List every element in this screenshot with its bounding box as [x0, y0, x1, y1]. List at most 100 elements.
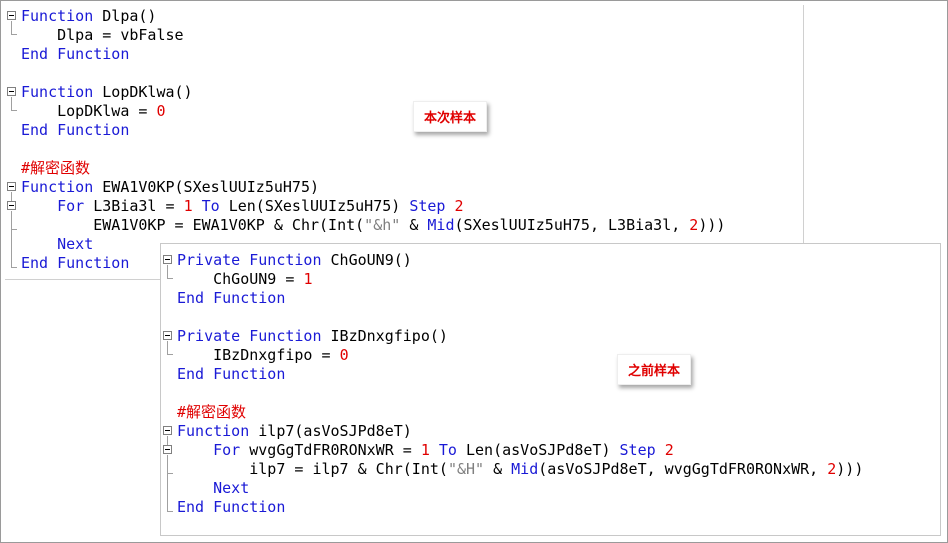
fold-guide-line: [167, 265, 168, 278]
fold-guide-line: [11, 211, 12, 267]
previous-sample-label: 之前样本: [617, 354, 692, 385]
code-token: LopDKlwa =: [21, 102, 157, 120]
code-token: Dlpa(): [93, 7, 157, 25]
code-panel-previous-sample: Private Function ChGoUN9() ChGoUN9 = 1 En…: [160, 243, 941, 536]
fold-toggle-icon[interactable]: [7, 201, 16, 210]
code-token: Private Function: [177, 327, 322, 345]
fold-end-marker: [11, 229, 17, 230]
code-line: Function ilp7(asVoSJPd8eT): [177, 422, 412, 441]
fold-toggle-icon[interactable]: [163, 331, 172, 340]
code-token: End Function: [177, 365, 286, 383]
code-line: End Function: [177, 289, 285, 308]
code-token: To: [201, 197, 220, 215]
code-token: 0: [156, 102, 166, 120]
code-token: (asVoSJPd8eT, wvgGgTdFR0RONxWR,: [538, 460, 828, 478]
fold-end-marker: [11, 34, 17, 35]
code-token: Len(SXeslUUIz5uH75): [219, 197, 410, 215]
code-token: To: [438, 441, 457, 459]
code-token: ilp7 = ilp7 & Chr(Int(: [177, 460, 448, 478]
fold-guide-line: [167, 455, 168, 511]
code-token: End Function: [21, 254, 130, 272]
code-token: wvgGgTdFR0RONxWR =: [240, 441, 421, 459]
screenshot-frame: Function Dlpa() Dlpa = vbFalse End Functi…: [0, 0, 948, 543]
code-token: Step: [619, 441, 656, 459]
code-token: For: [57, 197, 85, 215]
fold-toggle-icon[interactable]: [7, 87, 16, 96]
code-line: Private Function IBzDnxgfipo(): [177, 327, 448, 346]
fold-end-marker: [11, 110, 17, 111]
fold-end-marker: [167, 354, 173, 355]
code-line: Next: [21, 235, 93, 254]
code-panel-current-sample: Function Dlpa() Dlpa = vbFalse End Functi…: [5, 5, 804, 280]
fold-end-marker: [167, 511, 173, 512]
code-token: Len(asVoSJPd8eT): [456, 441, 620, 459]
code-token: 2: [454, 197, 464, 215]
code-token: Next: [57, 235, 94, 253]
code-line: End Function: [177, 498, 285, 517]
code-token: IBzDnxgfipo =: [177, 346, 340, 364]
fold-toggle-icon[interactable]: [163, 426, 172, 435]
fold-toggle-icon[interactable]: [163, 255, 172, 264]
code-token: EWA1V0KP(SXeslUUIz5uH75): [93, 178, 320, 196]
code-token: End Function: [177, 498, 286, 516]
fold-guide-line: [11, 97, 12, 110]
code-line: ChGoUN9 = 1: [177, 270, 312, 289]
code-token: 1: [420, 441, 430, 459]
fold-toggle-icon[interactable]: [163, 445, 172, 454]
code-token: End Function: [21, 121, 130, 139]
code-token: #解密函数: [177, 403, 247, 421]
code-line: Function EWA1V0KP(SXeslUUIz5uH75): [21, 178, 319, 197]
code-token: Function: [21, 178, 94, 196]
code-token: LopDKlwa(): [93, 83, 193, 101]
code-line: ilp7 = ilp7 & Chr(Int("&H" & Mid(asVoSJP…: [177, 460, 863, 479]
current-sample-label: 本次样本: [413, 101, 488, 132]
fold-toggle-icon[interactable]: [7, 182, 16, 191]
code-line: Next: [177, 479, 249, 498]
code-token: Step: [409, 197, 446, 215]
code-token: 2: [664, 441, 674, 459]
code-token: &: [484, 460, 512, 478]
code-line: End Function: [21, 45, 129, 64]
code-line: End Function: [21, 254, 129, 273]
code-token: IBzDnxgfipo(): [321, 327, 448, 345]
code-line: #解密函数: [21, 159, 90, 178]
code-token: Function: [21, 83, 94, 101]
code-token: 1: [183, 197, 193, 215]
code-token: 1: [303, 270, 313, 288]
code-line: Private Function ChGoUN9(): [177, 251, 412, 270]
code-token: "&h": [364, 216, 401, 234]
code-token: End Function: [21, 45, 130, 63]
fold-guide-line: [167, 341, 168, 354]
code-line: Function LopDKlwa(): [21, 83, 193, 102]
code-token: &: [400, 216, 428, 234]
code-token: ChGoUN9(): [321, 251, 412, 269]
code-line: For wvgGgTdFR0RONxWR = 1 To Len(asVoSJPd…: [177, 441, 674, 460]
fold-end-marker: [167, 473, 173, 474]
code-token: Dlpa = vbFalse: [21, 26, 184, 44]
code-token: EWA1V0KP = EWA1V0KP & Chr(Int(: [21, 216, 365, 234]
code-token: L3Bia3l =: [84, 197, 184, 215]
code-token: Function: [177, 422, 250, 440]
fold-end-marker: [11, 267, 17, 268]
code-line: #解密函数: [177, 403, 246, 422]
fold-toggle-icon[interactable]: [7, 11, 16, 20]
code-token: 2: [689, 216, 699, 234]
code-line: EWA1V0KP = EWA1V0KP & Chr(Int("&h" & Mid…: [21, 216, 725, 235]
code-line: LopDKlwa = 0: [21, 102, 166, 121]
code-line: For L3Bia3l = 1 To Len(SXeslUUIz5uH75) S…: [21, 197, 464, 216]
code-line: Dlpa = vbFalse: [21, 26, 184, 45]
code-token: "&H": [447, 460, 485, 478]
code-token: Mid: [427, 216, 455, 234]
code-token: #解密函数: [21, 159, 91, 177]
code-token: Next: [213, 479, 250, 497]
code-token: Function: [21, 7, 94, 25]
code-line: End Function: [21, 121, 129, 140]
